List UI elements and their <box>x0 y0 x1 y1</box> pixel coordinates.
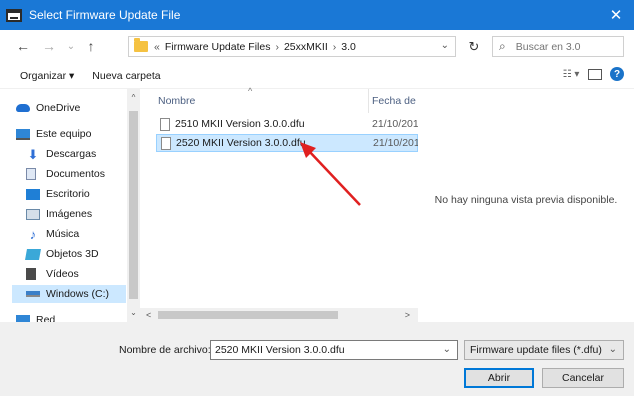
file-row-selected[interactable]: 2520 MKII Version 3.0.0.dfu 21/10/201 <box>156 134 420 152</box>
scroll-left-icon[interactable]: < <box>146 308 151 322</box>
music-icon: ♪ <box>29 226 37 242</box>
scrollbar-thumb[interactable] <box>129 111 138 299</box>
preview-pane: No hay ninguna vista previa disponible. <box>418 89 634 322</box>
breadcrumb-segment[interactable]: Firmware Update Files <box>161 41 275 53</box>
folder-icon <box>134 38 148 52</box>
file-date: 21/10/201 <box>373 137 420 149</box>
back-arrow-icon[interactable]: ← <box>14 37 32 55</box>
search-icon: ⌕ <box>499 39 506 53</box>
forward-arrow-icon[interactable]: → <box>40 37 58 55</box>
sidebar-item-label: Vídeos <box>46 268 79 280</box>
sidebar-item-label: Windows (C:) <box>46 288 110 300</box>
new-folder-button[interactable]: Nueva carpeta <box>92 70 160 82</box>
file-name: 2510 MKII Version 3.0.0.dfu <box>175 118 305 130</box>
file-icon <box>161 136 171 150</box>
scroll-up-icon[interactable]: ^ <box>129 93 138 103</box>
refresh-icon[interactable]: ↻ <box>462 36 486 57</box>
recent-locations-icon[interactable]: ⌄ <box>64 37 78 55</box>
sidebar-item-descargas[interactable]: ⬇ Descargas <box>26 145 97 163</box>
dialog-footer: Nombre de archivo: 2520 MKII Version 3.0… <box>0 322 634 396</box>
chevron-down-icon[interactable]: ⌄ <box>609 344 617 355</box>
column-header-name[interactable]: Nombre <box>158 89 195 113</box>
scrollbar-thumb[interactable] <box>158 311 338 319</box>
file-date: 21/10/201 <box>372 118 419 130</box>
up-arrow-icon[interactable]: ↑ <box>82 37 100 55</box>
scroll-right-icon[interactable]: > <box>405 308 410 322</box>
computer-icon <box>16 128 30 140</box>
sidebar-item-label: Documentos <box>46 168 105 180</box>
sort-ascending-icon: ^ <box>248 86 253 96</box>
file-type-value: Firmware update files (*.dfu) <box>470 344 602 356</box>
preview-pane-icon[interactable] <box>588 68 602 80</box>
sidebar-item-este-equipo[interactable]: Este equipo <box>16 125 91 143</box>
chevron-down-icon[interactable]: ⌄ <box>443 344 451 355</box>
breadcrumb-segment[interactable]: 3.0 <box>337 41 360 53</box>
title-bar: Select Firmware Update File ✕ <box>0 0 634 30</box>
open-button[interactable]: Abrir <box>464 368 534 388</box>
sidebar-item-imagenes[interactable]: Imágenes <box>26 205 92 223</box>
sidebar-item-label: Descargas <box>46 148 97 160</box>
file-row[interactable]: 2510 MKII Version 3.0.0.dfu 21/10/201 <box>156 115 419 133</box>
file-list-horizontal-scrollbar[interactable]: < > <box>140 308 418 322</box>
filename-label: Nombre de archivo: <box>119 344 211 356</box>
organize-button[interactable]: Organizar ▾ <box>20 70 74 82</box>
sidebar-item-label: Objetos 3D <box>46 248 99 260</box>
search-box[interactable]: ⌕ <box>492 36 624 57</box>
sidebar-item-windows-c[interactable]: Windows (C:) <box>12 285 126 303</box>
window-title: Select Firmware Update File <box>29 8 181 22</box>
navigation-pane-scrollbar[interactable]: ^ ⌄ <box>127 89 140 322</box>
breadcrumb-overflow[interactable]: « <box>153 41 161 53</box>
sidebar-item-label: Música <box>46 228 80 240</box>
cancel-button[interactable]: Cancelar <box>542 368 624 388</box>
navigation-pane: OneDrive Este equipo ⬇ Descargas Documen… <box>0 89 127 326</box>
search-input[interactable] <box>515 40 606 53</box>
sidebar-item-videos[interactable]: Vídeos <box>26 265 79 283</box>
pictures-icon <box>26 208 40 220</box>
help-icon[interactable]: ? <box>610 67 624 81</box>
desktop-icon <box>26 188 40 200</box>
close-icon[interactable]: ✕ <box>598 0 634 30</box>
sidebar-item-musica[interactable]: ♪ Música <box>26 225 80 243</box>
sidebar-item-documentos[interactable]: Documentos <box>26 165 105 183</box>
filename-value[interactable]: 2520 MKII Version 3.0.0.dfu <box>215 344 345 356</box>
objects-3d-icon <box>25 248 41 260</box>
file-name: 2520 MKII Version 3.0.0.dfu <box>176 137 306 149</box>
app-icon <box>6 8 22 22</box>
file-type-filter[interactable]: Firmware update files (*.dfu) ⌄ <box>464 340 624 360</box>
command-bar: Organizar ▾ Nueva carpeta ☷ ▾ ? <box>0 63 634 89</box>
address-bar[interactable]: « Firmware Update Files › 25xxMKII › 3.0… <box>128 36 456 57</box>
address-bar-row: ← → ⌄ ↑ « Firmware Update Files › 25xxMK… <box>0 30 634 63</box>
chevron-down-icon[interactable]: ⌄ <box>441 40 449 51</box>
sidebar-item-objetos-3d[interactable]: Objetos 3D <box>25 245 99 263</box>
download-icon: ⬇ <box>27 146 39 162</box>
sidebar-item-label: OneDrive <box>36 102 81 114</box>
column-header-date[interactable]: Fecha de <box>372 89 416 113</box>
change-view-icon[interactable]: ☷ ▾ <box>562 67 580 81</box>
sidebar-item-label: Este equipo <box>36 128 92 140</box>
sidebar-item-label: Imágenes <box>46 208 93 220</box>
scroll-down-icon[interactable]: ⌄ <box>129 308 138 318</box>
breadcrumb-segment[interactable]: 25xxMKII <box>280 41 332 53</box>
column-divider[interactable] <box>368 89 369 113</box>
filename-input[interactable]: 2520 MKII Version 3.0.0.dfu ⌄ <box>210 340 458 360</box>
file-icon <box>160 117 170 131</box>
videos-icon <box>26 268 36 280</box>
sidebar-item-label: Escritorio <box>46 188 90 200</box>
sidebar-item-escritorio[interactable]: Escritorio <box>26 185 90 203</box>
sidebar-item-onedrive[interactable]: OneDrive <box>16 99 80 117</box>
preview-message: No hay ninguna vista previa disponible. <box>434 193 618 206</box>
file-list: Nombre ^ Fecha de 2510 MKII Version 3.0.… <box>140 86 420 308</box>
drive-icon <box>26 291 40 297</box>
documents-icon <box>26 168 36 180</box>
cloud-icon <box>16 104 30 112</box>
